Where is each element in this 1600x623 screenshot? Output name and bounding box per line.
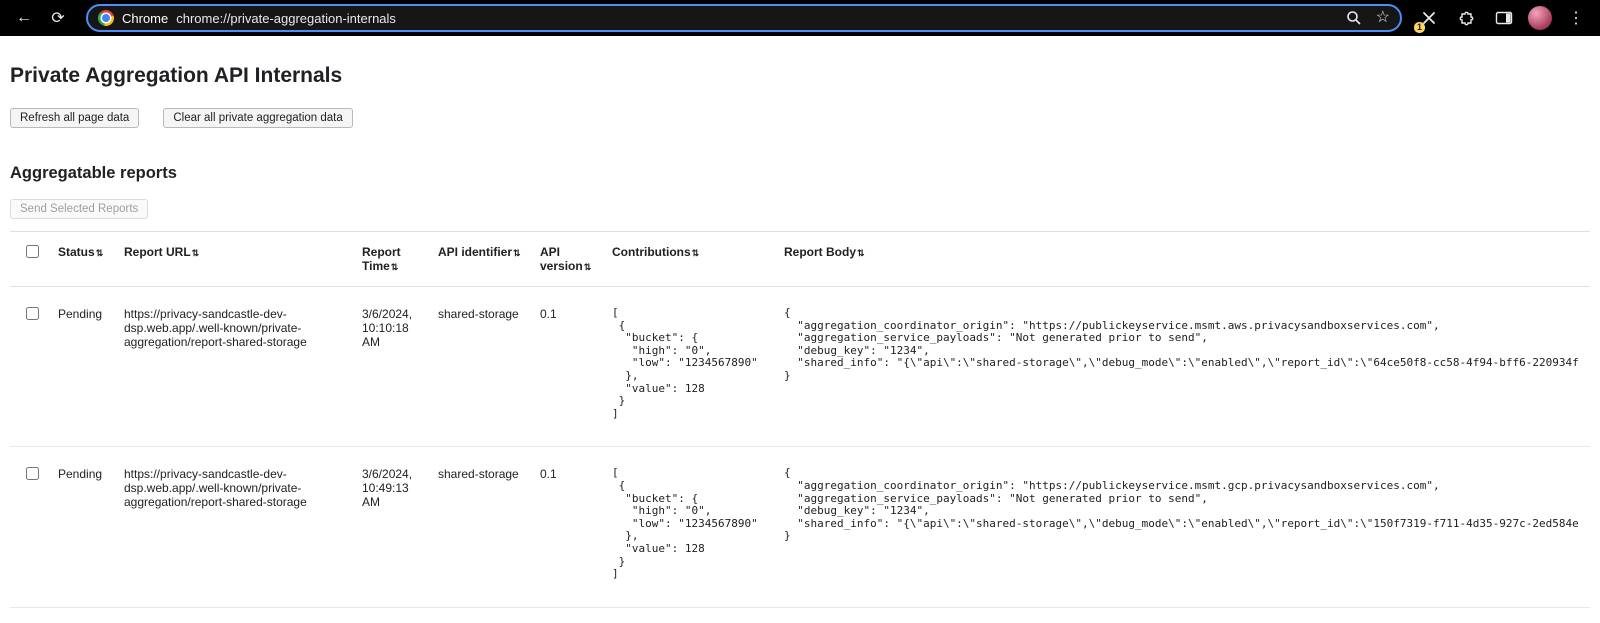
header-api-version[interactable]: API version⇅ <box>532 232 604 287</box>
table-row: Pending https://privacy-sandcastle-dev-d… <box>10 287 1590 447</box>
row-checkbox[interactable] <box>26 467 39 480</box>
bookmark-star-icon[interactable]: ☆ <box>1376 10 1390 26</box>
contributions-cell: [ { "bucket": { "high": "0", "low": "123… <box>604 287 776 447</box>
search-icon[interactable] <box>1346 10 1362 26</box>
api-version-cell: 0.1 <box>532 287 604 447</box>
header-report-body[interactable]: Report Body⇅ <box>776 232 1590 287</box>
report-url-cell: https://privacy-sandcastle-dev-dsp.web.a… <box>116 447 354 607</box>
reports-table: Status⇅ Report URL⇅ Report Time⇅ API ide… <box>10 231 1590 608</box>
back-button[interactable]: ← <box>10 4 38 32</box>
site-chip-label: Chrome <box>122 11 168 26</box>
report-url-cell: https://privacy-sandcastle-dev-dsp.web.a… <box>116 287 354 447</box>
section-title: Aggregatable reports <box>10 164 1590 183</box>
api-identifier-cell: shared-storage <box>430 447 532 607</box>
report-time-cell: 3/6/2024, 10:49:13 AM <box>354 447 430 607</box>
api-version-cell: 0.1 <box>532 447 604 607</box>
header-contributions[interactable]: Contributions⇅ <box>604 232 776 287</box>
send-selected-reports-button[interactable]: Send Selected Reports <box>10 199 148 219</box>
select-all-checkbox[interactable] <box>26 245 39 258</box>
sort-icon: ⇅ <box>584 262 592 272</box>
extensions-puzzle-icon[interactable] <box>1452 4 1480 32</box>
report-body-json: { "aggregation_coordinator_origin": "htt… <box>784 467 1578 543</box>
refresh-all-button[interactable]: Refresh all page data <box>10 108 139 128</box>
sort-icon: ⇅ <box>857 248 865 258</box>
contributions-cell: [ { "bucket": { "high": "0", "low": "123… <box>604 447 776 607</box>
sort-icon: ⇅ <box>192 248 200 258</box>
status-cell: Pending <box>50 287 116 447</box>
report-time-cell: 3/6/2024, 10:10:18 AM <box>354 287 430 447</box>
address-bar[interactable]: Chrome chrome://private-aggregation-inte… <box>86 4 1402 32</box>
sort-icon: ⇅ <box>391 262 399 272</box>
table-row: Pending https://privacy-sandcastle-dev-d… <box>10 447 1590 607</box>
api-identifier-cell: shared-storage <box>430 287 532 447</box>
header-api-identifier[interactable]: API identifier⇅ <box>430 232 532 287</box>
row-checkbox[interactable] <box>26 307 39 320</box>
extension-badge: 1 <box>1414 22 1425 33</box>
browser-toolbar: ← ⟳ Chrome chrome://private-aggregation-… <box>0 0 1600 36</box>
report-body-json: { "aggregation_coordinator_origin": "htt… <box>784 307 1578 383</box>
status-cell: Pending <box>50 447 116 607</box>
extension-icon[interactable]: 1 <box>1416 5 1442 31</box>
page-content: Private Aggregation API Internals Refres… <box>0 64 1600 608</box>
url-text: chrome://private-aggregation-internals <box>176 11 1337 26</box>
sort-icon: ⇅ <box>692 248 700 258</box>
sort-icon: ⇅ <box>96 248 104 258</box>
report-body-cell: { "aggregation_coordinator_origin": "htt… <box>776 447 1590 607</box>
clear-all-button[interactable]: Clear all private aggregation data <box>163 108 352 128</box>
page-title: Private Aggregation API Internals <box>10 64 1590 88</box>
sort-icon: ⇅ <box>513 248 521 258</box>
contributions-json: [ { "bucket": { "high": "0", "low": "123… <box>612 307 764 420</box>
reload-button[interactable]: ⟳ <box>44 4 72 32</box>
chrome-logo-icon <box>98 10 114 26</box>
side-panel-icon[interactable] <box>1490 4 1518 32</box>
profile-avatar[interactable] <box>1528 6 1552 30</box>
menu-kebab-icon[interactable]: ⋮ <box>1562 4 1590 32</box>
header-report-time[interactable]: Report Time⇅ <box>354 232 430 287</box>
header-report-url[interactable]: Report URL⇅ <box>116 232 354 287</box>
report-body-cell: { "aggregation_coordinator_origin": "htt… <box>776 287 1590 447</box>
contributions-json: [ { "bucket": { "high": "0", "low": "123… <box>612 467 764 580</box>
header-status[interactable]: Status⇅ <box>50 232 116 287</box>
table-header-row: Status⇅ Report URL⇅ Report Time⇅ API ide… <box>10 232 1590 287</box>
